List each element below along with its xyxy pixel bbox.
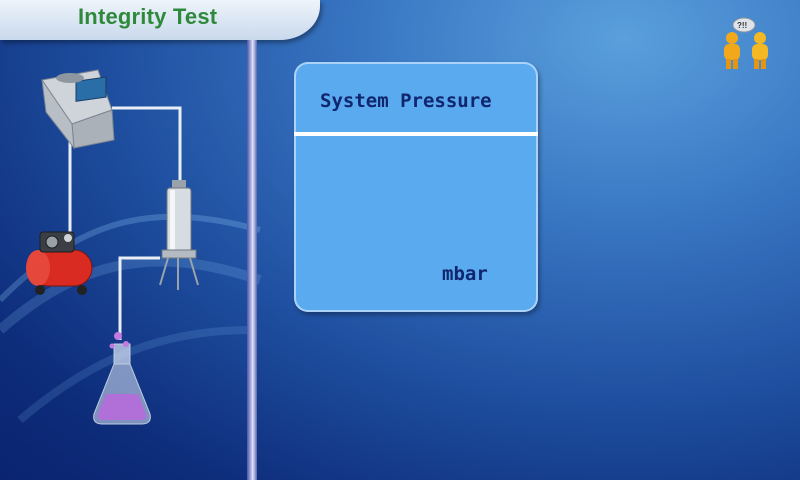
- flask-icon: [93, 332, 151, 425]
- control-unit-icon: [41, 69, 115, 150]
- air-compressor-icon: [26, 231, 93, 295]
- help-bubble-text: ?!!: [737, 21, 747, 30]
- process-diagram: [26, 69, 199, 425]
- panel-divider: [294, 132, 538, 136]
- help-people-icon[interactable]: ?!!: [716, 16, 778, 72]
- pressure-unit: mbar: [442, 263, 488, 285]
- panel-title: System Pressure: [320, 90, 492, 112]
- vertical-divider: [247, 40, 257, 480]
- system-pressure-panel: System Pressure mbar: [294, 62, 538, 312]
- title-tab: Integrity Test: [0, 0, 320, 40]
- filter-housing-icon: [159, 180, 199, 290]
- page-title: Integrity Test: [78, 4, 218, 29]
